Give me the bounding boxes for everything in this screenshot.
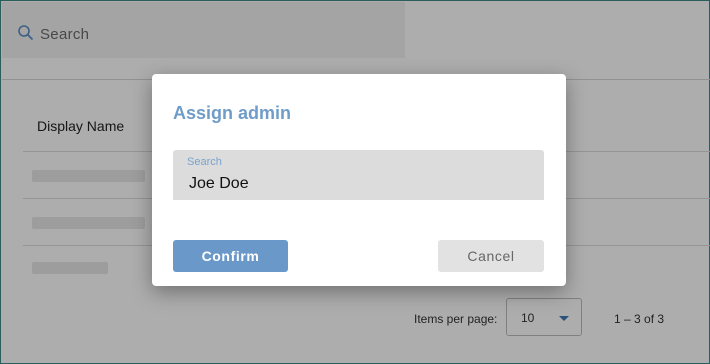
cancel-button[interactable]: Cancel: [438, 240, 544, 272]
field-label: Search: [187, 156, 222, 168]
assign-admin-dialog: Assign admin Search Joe Doe Confirm Canc…: [152, 74, 566, 286]
confirm-button[interactable]: Confirm: [173, 240, 288, 272]
dialog-title: Assign admin: [173, 103, 292, 123]
admin-search-input[interactable]: Joe Doe: [189, 175, 249, 193]
admin-search-field[interactable]: Search Joe Doe: [173, 150, 544, 200]
